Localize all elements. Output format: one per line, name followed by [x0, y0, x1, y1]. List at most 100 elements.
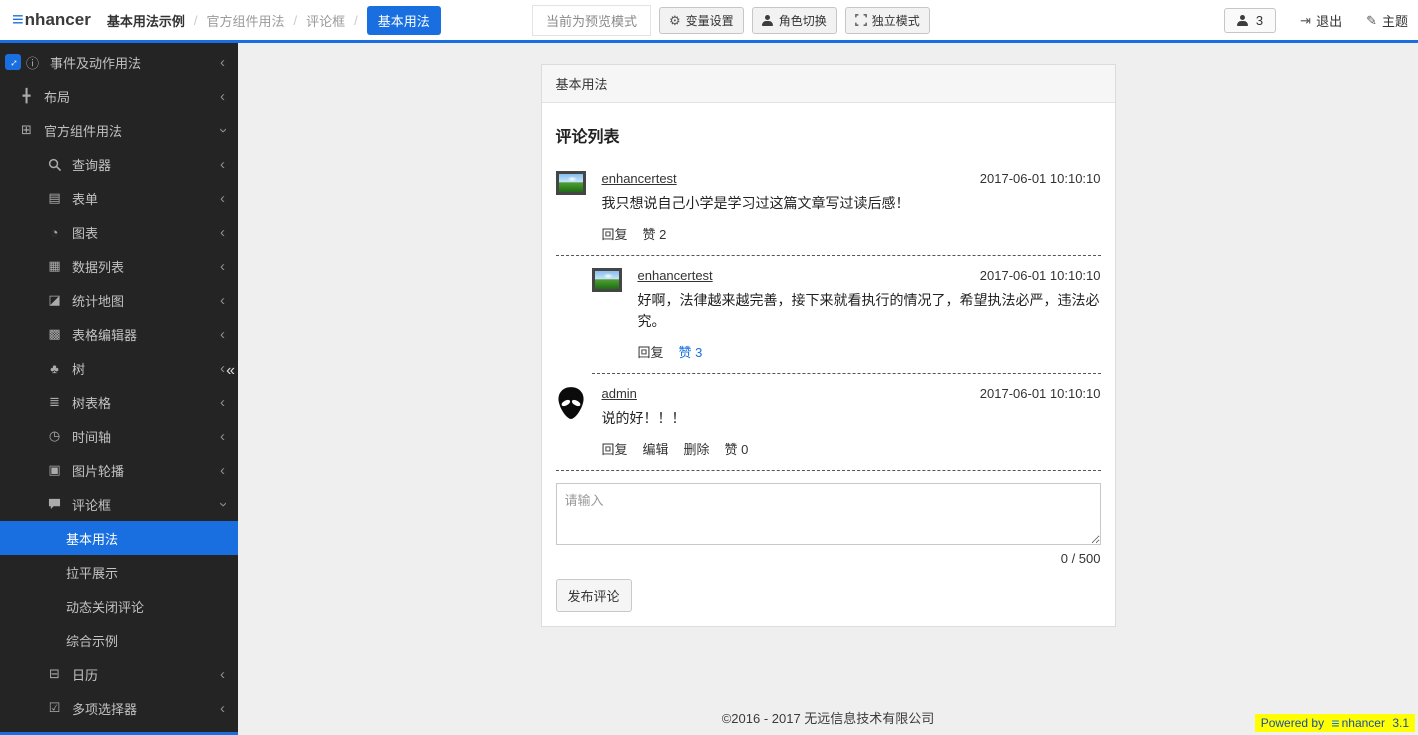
sidebar-item-label: 官方组件用法 [44, 121, 122, 140]
user-icon [1237, 15, 1249, 26]
alien-avatar-image [556, 407, 586, 424]
sidebar-item-comment-box[interactable]: 评论框 ‹ [0, 487, 238, 521]
comment-input[interactable] [556, 483, 1101, 545]
chevron-left-icon: ‹ [220, 89, 225, 104]
sidebar-item-chart[interactable]: ◔ 图表 ‹ [0, 215, 238, 249]
sidebar-item-label: 评论框 [72, 495, 111, 514]
comment-item: enhancertest 2017-06-01 10:10:10 好啊，法律越来… [592, 268, 1101, 361]
sidebar-item-query[interactable]: 查询器 ‹ [0, 147, 238, 181]
sidebar-item-dynamic-close-comment[interactable]: 动态关闭评论 [0, 589, 238, 623]
landscape-avatar-image [556, 171, 586, 195]
topbar-toolbar: 当前为预览模式 ⚙ 变量设置 角色切换 独立模式 [532, 0, 930, 40]
move-icon: ╋ [18, 88, 35, 104]
delete-link[interactable]: 删除 [684, 439, 710, 458]
pie-chart-icon: ◔ [46, 225, 63, 240]
chevron-left-icon: ‹ [220, 191, 225, 206]
variable-settings-button[interactable]: ⚙ 变量设置 [659, 7, 744, 34]
sidebar-collapse-toggle[interactable]: « [226, 362, 235, 380]
sidebar-item-label: 拉平展示 [66, 563, 118, 582]
comment-header: enhancertest 2017-06-01 10:10:10 [638, 268, 1101, 283]
sidebar-item-data-list[interactable]: ▦ 数据列表 ‹ [0, 249, 238, 283]
comment-icon [46, 498, 63, 510]
sidebar-item-carousel[interactable]: ▣ 图片轮播 ‹ [0, 453, 238, 487]
sidebar-item-label: 布局 [44, 87, 70, 106]
sidebar-item-tree[interactable]: ♣ 树 ‹ [0, 351, 238, 385]
edit-link[interactable]: 编辑 [643, 439, 669, 458]
powered-version: 3.1 [1392, 716, 1409, 730]
sidebar-item-label: 数据列表 [72, 257, 124, 276]
table-icon: ▦ [46, 258, 63, 274]
logout-link[interactable]: ⇥ 退出 [1300, 11, 1342, 30]
sidebar-item-label: 图表 [72, 223, 98, 242]
like-link[interactable]: 赞 0 [725, 439, 749, 458]
sidebar-item-basic-usage[interactable]: 基本用法 [0, 521, 238, 555]
form-icon: ▤ [46, 190, 63, 206]
breadcrumb-root[interactable]: 基本用法示例 [107, 11, 185, 30]
breadcrumb-item[interactable]: 官方组件用法 [206, 11, 284, 30]
comment-username-link[interactable]: enhancertest [638, 268, 713, 283]
comment-text: 我只想说自己小学是学习过这篇文章写过读后感！ [602, 193, 1101, 215]
topbar: ≡nhancer 基本用法示例 / 官方组件用法 / 评论框 / 基本用法 当前… [0, 0, 1418, 43]
chevron-left-icon: ‹ [220, 327, 225, 342]
comment-actions: 回复 赞 3 [638, 342, 1101, 361]
chevron-left-icon: ‹ [220, 361, 225, 376]
sidebar-item-grid-editor[interactable]: ▩ 表格编辑器 ‹ [0, 317, 238, 351]
multi-select-icon: ☑ [46, 700, 63, 716]
theme-link[interactable]: ✎ 主题 [1366, 11, 1408, 30]
like-link[interactable]: 赞 2 [643, 224, 667, 243]
sidebar-item-official-components[interactable]: ⊞ 官方组件用法 ‹ [0, 113, 238, 147]
avatar [556, 171, 590, 243]
comment-text: 说的好！！！ [602, 408, 1101, 430]
sidebar-item-label: 事件及动作用法 [50, 53, 141, 72]
reply-link[interactable]: 回复 [638, 342, 664, 361]
comments-title: 评论列表 [556, 123, 1101, 147]
reply-link[interactable]: 回复 [602, 439, 628, 458]
sidebar-item-multi-selector[interactable]: ☑ 多项选择器 ‹ [0, 691, 238, 725]
publish-comment-button[interactable]: 发布评论 [556, 579, 632, 612]
sidebar-item-calendar[interactable]: ⊟ 日历 ‹ [0, 657, 238, 691]
like-link[interactable]: 赞 3 [679, 342, 703, 361]
sidebar-item-stat-map[interactable]: ◪ 统计地图 ‹ [0, 283, 238, 317]
reply-link[interactable]: 回复 [602, 224, 628, 243]
breadcrumb-item[interactable]: 评论框 [306, 11, 345, 30]
powered-by-badge[interactable]: Powered by ≡nhancer 3.1 [1255, 714, 1415, 732]
logo-mark-icon: ≡ [1331, 716, 1339, 730]
fullscreen-corners-icon [855, 14, 867, 26]
calendar-icon: ⊟ [46, 666, 63, 682]
comment-timestamp: 2017-06-01 10:10:10 [980, 386, 1101, 401]
powered-brand-text: nhancer [1342, 716, 1385, 730]
app-logo[interactable]: ≡nhancer [12, 10, 91, 30]
sidebar-item-form[interactable]: ▤ 表单 ‹ [0, 181, 238, 215]
online-users-count: 3 [1256, 13, 1263, 28]
logo-text: nhancer [25, 10, 91, 30]
breadcrumb-active-tab[interactable]: 基本用法 [367, 6, 441, 35]
tree-icon: ♣ [46, 361, 63, 376]
sidebar-item-timeline[interactable]: ◷ 时间轴 ‹ [0, 419, 238, 453]
sidebar-item-tree-table[interactable]: ≣ 树表格 ‹ [0, 385, 238, 419]
comment-username-link[interactable]: enhancertest [602, 171, 677, 186]
panel-body: 评论列表 enhancertest 2017-06-01 10:10:10 我只… [542, 103, 1115, 626]
chevron-left-icon: ‹ [220, 429, 225, 444]
comment-actions: 回复 赞 2 [602, 224, 1101, 243]
sidebar-item-flat-display[interactable]: 拉平展示 [0, 555, 238, 589]
sidebar-item-label: 树表格 [72, 393, 111, 412]
online-users-button[interactable]: 3 [1224, 8, 1276, 33]
sidebar-item-comprehensive-example[interactable]: 综合示例 [0, 623, 238, 657]
info-circle-icon: ⓘ [24, 53, 41, 72]
sidebar-item-layout[interactable]: ╋ 布局 ‹ [0, 79, 238, 113]
breadcrumb-separator: / [194, 13, 198, 28]
comment-username-link[interactable]: admin [602, 386, 637, 401]
sidebar-item-events-actions[interactable]: ↔ ⓘ 事件及动作用法 ‹ [0, 45, 238, 79]
comment-timestamp: 2017-06-01 10:10:10 [980, 268, 1101, 283]
variable-settings-label: 变量设置 [686, 12, 734, 29]
comment-main: enhancertest 2017-06-01 10:10:10 我只想说自己小… [602, 171, 1101, 243]
comment-header: admin 2017-06-01 10:10:10 [602, 386, 1101, 401]
dashed-divider [592, 373, 1101, 374]
standalone-mode-button[interactable]: 独立模式 [845, 7, 930, 34]
chevron-down-icon: ‹ [215, 502, 230, 507]
expand-arrows-icon[interactable]: ↔ [5, 54, 21, 70]
wrench-icon: ⚙ [669, 14, 681, 27]
users-icon [762, 15, 774, 26]
role-switch-button[interactable]: 角色切换 [752, 7, 837, 34]
breadcrumb-separator: / [293, 13, 297, 28]
